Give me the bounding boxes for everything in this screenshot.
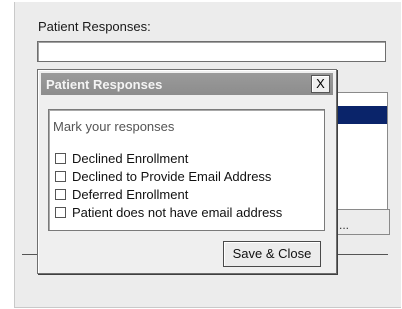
close-icon: X — [316, 76, 325, 91]
option-label: Declined to Provide Email Address — [72, 168, 272, 184]
option-no-email[interactable]: Patient does not have email address — [55, 203, 282, 221]
dialog-title: Patient Responses — [46, 77, 163, 92]
checkbox[interactable] — [55, 170, 66, 182]
responses-group: Mark your responses Declined Enrollment … — [48, 109, 325, 231]
option-declined-enrollment[interactable]: Declined Enrollment — [55, 149, 282, 167]
option-label: Declined Enrollment — [72, 150, 189, 166]
background-list[interactable] — [336, 92, 388, 210]
checkbox[interactable] — [55, 188, 66, 200]
checkbox[interactable] — [55, 206, 66, 218]
group-label: Mark your responses — [53, 119, 175, 134]
checkbox[interactable] — [55, 152, 66, 164]
option-label: Deferred Enrollment — [72, 186, 189, 202]
save-close-button[interactable]: Save & Close — [223, 241, 321, 267]
background-button[interactable]: ... — [336, 209, 390, 235]
patient-responses-dialog: Patient Responses X Mark your responses … — [37, 69, 337, 274]
list-selected-row[interactable] — [337, 106, 387, 124]
options-list: Declined Enrollment Declined to Provide … — [55, 149, 282, 221]
option-label: Patient does not have email address — [72, 204, 283, 220]
option-declined-email[interactable]: Declined to Provide Email Address — [55, 167, 282, 185]
close-button[interactable]: X — [311, 75, 330, 93]
patient-responses-input[interactable] — [37, 41, 386, 62]
option-deferred-enrollment[interactable]: Deferred Enrollment — [55, 185, 282, 203]
patient-responses-label: Patient Responses: — [38, 19, 151, 34]
dialog-titlebar[interactable]: Patient Responses X — [41, 73, 333, 95]
